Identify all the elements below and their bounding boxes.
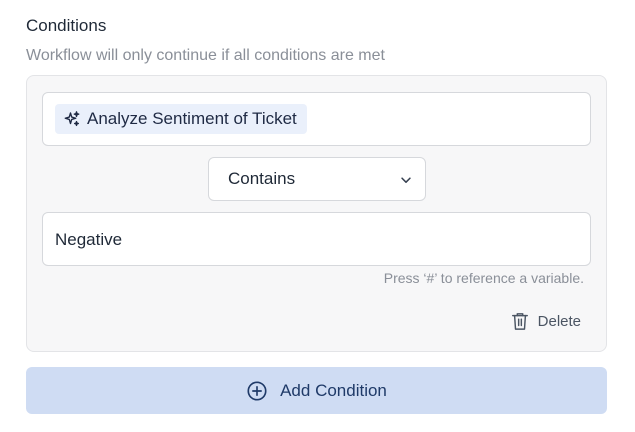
plus-circle-icon [246, 380, 268, 402]
operator-selected-value: Contains [228, 169, 296, 188]
value-input[interactable]: Negative [42, 212, 591, 266]
sparkle-icon [63, 110, 81, 128]
condition-card: Analyze Sentiment of Ticket Contains Neg… [26, 75, 607, 352]
variable-helper-text: Press ‘#’ to reference a variable. [383, 270, 584, 286]
trash-icon [511, 311, 529, 331]
variable-chip-label: Analyze Sentiment of Ticket [87, 109, 297, 128]
conditions-title: Conditions [26, 16, 107, 35]
value-input-text: Negative [55, 230, 123, 249]
add-condition-button[interactable]: Add Condition [26, 367, 607, 414]
delete-button[interactable]: Delete [511, 311, 581, 331]
delete-label: Delete [537, 312, 581, 330]
conditions-subtitle: Workflow will only continue if all condi… [26, 47, 385, 64]
variable-chip[interactable]: Analyze Sentiment of Ticket [55, 104, 307, 134]
operator-select[interactable]: Contains [208, 157, 426, 201]
variable-field[interactable]: Analyze Sentiment of Ticket [42, 92, 591, 146]
chevron-down-icon [399, 172, 413, 186]
add-condition-label: Add Condition [280, 380, 387, 400]
